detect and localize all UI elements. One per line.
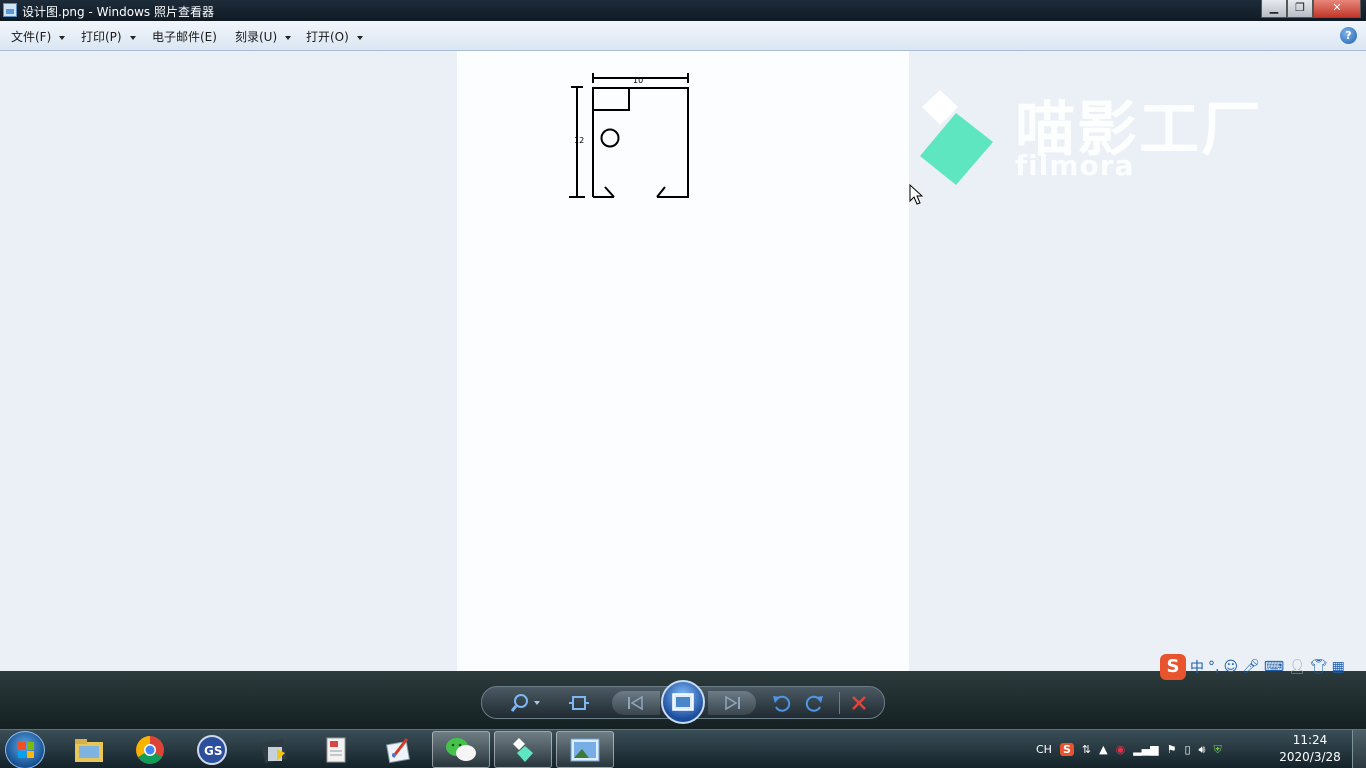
rotate-right-button[interactable]	[802, 691, 828, 715]
sogou-icon[interactable]: S	[1160, 654, 1186, 680]
rotate-right-icon	[805, 695, 823, 712]
menu-print[interactable]: 打印(P)	[81, 28, 136, 45]
ime-punctuation[interactable]: °,	[1208, 659, 1219, 675]
clock[interactable]: 11:24 2020/3/28	[1278, 732, 1342, 766]
language-indicator[interactable]: CH	[1036, 743, 1052, 756]
show-hidden-icons[interactable]: ▲	[1099, 743, 1107, 756]
chevron-down-icon	[356, 35, 363, 40]
ime-switch-icon[interactable]: ⇅	[1082, 743, 1091, 756]
delete-button[interactable]	[846, 691, 872, 715]
chevron-down-icon	[59, 35, 66, 40]
menu-open-label: 打开(O)	[306, 30, 349, 44]
clock-date: 2020/3/28	[1279, 750, 1341, 764]
menu-bar: 文件(F) 打印(P) 电子邮件(E) 刻录(U) 打开(O) ?	[0, 21, 1366, 51]
taskbar: GS CH S ⇅ ▲ ◉ ▂▄▆ ⚑ ▯ 🔊︎ ⛨ 11:24 2020/3/…	[0, 729, 1366, 768]
keyboard-icon[interactable]: ⌨	[1264, 659, 1284, 675]
sogou-tray-icon[interactable]: S	[1059, 743, 1074, 756]
slideshow-button[interactable]	[661, 680, 705, 724]
photo-viewer-app-icon	[570, 738, 600, 761]
svg-text:GS: GS	[204, 744, 223, 758]
actual-size-button[interactable]	[566, 691, 592, 715]
menu-file-label: 文件(F)	[11, 30, 52, 44]
taskbar-document[interactable]	[307, 731, 365, 768]
grid-icon[interactable]: ▦	[1332, 659, 1345, 675]
gs-icon: GS	[197, 734, 227, 765]
divider	[839, 692, 840, 714]
zoom-icon	[510, 694, 540, 712]
windows-logo-icon	[18, 742, 34, 758]
previous-icon	[628, 695, 643, 711]
next-icon	[725, 695, 740, 711]
taskbar-paint[interactable]	[369, 731, 427, 768]
taskbar-installer[interactable]	[245, 731, 303, 768]
flag-icon[interactable]: ⚑	[1167, 743, 1177, 756]
photo-viewer-icon	[3, 3, 17, 17]
filmora-icon	[513, 737, 533, 762]
security-shield-icon[interactable]: ⛨	[1213, 743, 1221, 757]
slideshow-icon	[672, 693, 694, 711]
installer-icon	[261, 738, 287, 763]
watermark-subtitle: filmora	[1015, 149, 1135, 182]
battery-icon[interactable]: ▯	[1184, 743, 1190, 756]
actual-size-icon	[569, 696, 589, 710]
menu-burn[interactable]: 刻录(U)	[235, 28, 292, 45]
window-title: 设计图.png - Windows 照片查看器	[22, 5, 214, 19]
menu-email[interactable]: 电子邮件(E)	[152, 28, 217, 45]
width-dimension-label: 10	[633, 76, 643, 85]
system-tray: CH S ⇅ ▲ ◉ ▂▄▆ ⚑ ▯ 🔊︎ ⛨	[1036, 730, 1222, 768]
mouse-cursor-icon	[909, 184, 923, 205]
filmora-logo-icon	[920, 90, 993, 185]
taskbar-wechat[interactable]	[432, 731, 490, 768]
chevron-down-icon	[129, 35, 136, 40]
chevron-down-icon	[285, 35, 292, 40]
volume-icon[interactable]: 🔊︎	[1199, 743, 1206, 757]
maximize-button[interactable]: ❐	[1287, 0, 1313, 18]
taskbar-filmora[interactable]	[494, 731, 552, 768]
paint-icon	[386, 737, 410, 763]
shirt-icon[interactable]: 👕︎	[1310, 659, 1328, 675]
wechat-icon	[446, 737, 476, 761]
zoom-button[interactable]	[508, 691, 544, 715]
minimize-button[interactable]: ▁	[1261, 0, 1287, 18]
network-icon[interactable]: ▂▄▆	[1133, 743, 1158, 756]
mic-icon[interactable]: 🎤︎	[1242, 659, 1260, 675]
title-bar: 设计图.png - Windows 照片查看器 ▁ ❐ ✕	[0, 0, 1366, 21]
menu-print-label: 打印(P)	[81, 30, 122, 44]
delete-icon	[852, 696, 866, 710]
taskbar-gs[interactable]: GS	[183, 731, 241, 768]
menu-email-label: 电子邮件(E)	[152, 30, 217, 44]
clock-time: 11:24	[1292, 733, 1328, 747]
taskbar-chrome[interactable]	[121, 731, 179, 768]
ime-toolbar: S 中 °, ☺ 🎤︎ ⌨ 👤︎ 👕︎ ▦	[1158, 653, 1366, 681]
image-canvas: 10 12	[457, 51, 909, 671]
show-desktop-button[interactable]	[1352, 730, 1366, 768]
chrome-icon	[136, 735, 164, 764]
menu-file[interactable]: 文件(F)	[11, 28, 66, 45]
next-button[interactable]	[708, 691, 756, 715]
taskbar-explorer[interactable]	[60, 731, 118, 768]
close-button[interactable]: ✕	[1313, 0, 1361, 18]
help-icon[interactable]: ?	[1340, 27, 1357, 44]
menu-open[interactable]: 打开(O)	[306, 28, 363, 45]
user-icon[interactable]: 👤︎	[1288, 659, 1306, 675]
record-icon[interactable]: ◉	[1116, 743, 1126, 756]
height-dimension-label: 12	[574, 136, 584, 145]
rotate-left-icon	[773, 695, 791, 712]
floor-plan-drawing: 10 12	[569, 73, 689, 198]
start-button[interactable]	[5, 731, 45, 768]
image-viewer: 10 12 喵影工厂 filmora	[0, 51, 1366, 671]
previous-button[interactable]	[612, 691, 660, 715]
folder-icon	[75, 738, 103, 762]
ime-mode[interactable]: 中	[1190, 657, 1204, 677]
document-icon	[326, 737, 346, 762]
taskbar-photo-viewer[interactable]	[556, 731, 614, 768]
menu-burn-label: 刻录(U)	[235, 30, 278, 44]
smile-icon[interactable]: ☺	[1223, 659, 1238, 675]
rotate-left-button[interactable]	[768, 691, 794, 715]
